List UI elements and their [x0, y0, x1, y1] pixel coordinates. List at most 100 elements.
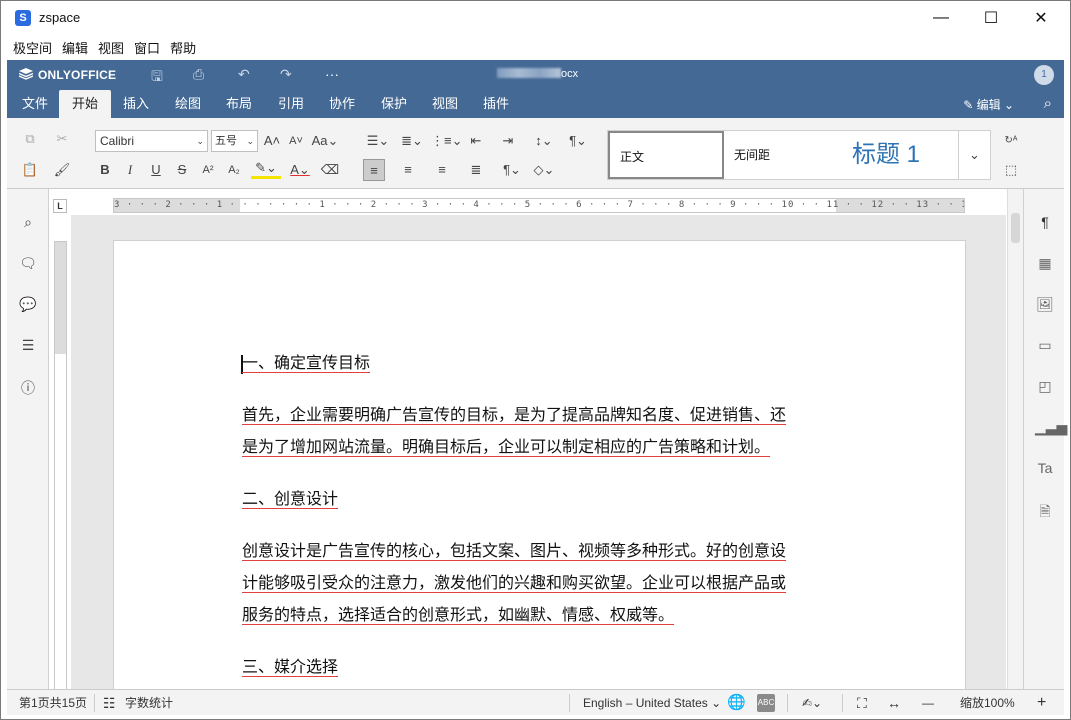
- increase-indent-icon[interactable]: ⇥: [497, 130, 519, 152]
- globe-icon[interactable]: 🌐: [727, 690, 746, 716]
- table-settings-icon[interactable]: ▦: [1035, 255, 1055, 275]
- minimize-button[interactable]: —: [918, 1, 964, 34]
- select-all-icon[interactable]: ⬚: [1000, 159, 1022, 181]
- search-icon[interactable]: ⌕: [18, 214, 38, 234]
- status-bar: 第1页共15页 ☷ 字数统计 English – United States ⌄…: [7, 689, 1064, 715]
- comments-icon[interactable]: 🗨: [18, 255, 38, 275]
- decrease-font-icon[interactable]: A˅: [285, 130, 307, 152]
- align-left-icon[interactable]: ≡: [363, 159, 385, 181]
- shading-icon[interactable]: ◇⌄: [529, 159, 559, 181]
- tab-home[interactable]: 开始: [59, 90, 112, 118]
- highlight-color-icon[interactable]: ✎⌄: [251, 159, 281, 179]
- align-center-icon[interactable]: ≡: [397, 159, 419, 181]
- divider: [569, 694, 570, 712]
- menu-help[interactable]: 帮助: [170, 38, 196, 57]
- underline-button[interactable]: U: [145, 159, 167, 181]
- tab-layout[interactable]: 布局: [213, 90, 265, 118]
- scrollbar-thumb[interactable]: [1011, 213, 1020, 243]
- horizontal-ruler[interactable]: 3 · · · 2 · · · 1 · · · · · · · 1 · · · …: [113, 198, 965, 213]
- document-page[interactable]: 一、确定宣传目标 首先，企业需要明确广告宣传的目标，是为了提高品牌知名度、促进销…: [113, 240, 966, 700]
- chat-icon[interactable]: 💬: [18, 296, 38, 316]
- fit-width-icon[interactable]: ↔: [887, 690, 901, 716]
- align-right-icon[interactable]: ≡: [431, 159, 453, 181]
- bullet-list-icon[interactable]: ☰⌄: [363, 130, 393, 152]
- right-panel: ¶ ▦ 🖼 ▭ ◰ ▁▃▅ Ta 🗎: [1023, 189, 1067, 689]
- paragraph-spacing-icon[interactable]: ¶⌄: [563, 130, 593, 152]
- word-count-icon[interactable]: ☷: [103, 690, 116, 716]
- zoom-level[interactable]: 缩放100%: [960, 690, 1015, 716]
- word-count-label[interactable]: 字数统计: [125, 690, 173, 716]
- signature-settings-icon[interactable]: 🗎: [1035, 501, 1055, 521]
- line-spacing-icon[interactable]: ↕⌄: [529, 130, 559, 152]
- menu-edit[interactable]: 编辑: [62, 38, 88, 57]
- search-icon[interactable]: ⌕: [1044, 95, 1052, 112]
- font-color-icon[interactable]: A⌄: [285, 159, 315, 181]
- shape-settings-icon[interactable]: ◰: [1035, 378, 1055, 398]
- menu-bar: 极空间 编辑 视图 窗口 帮助: [1, 34, 1070, 60]
- tab-draw[interactable]: 绘图: [162, 90, 214, 118]
- numbered-list-icon[interactable]: ≣⌄: [397, 130, 427, 152]
- font-name-value: Calibri: [100, 134, 135, 148]
- increase-font-icon[interactable]: A˄: [261, 130, 283, 152]
- page-counter[interactable]: 第1页共15页: [19, 690, 87, 716]
- copy-icon[interactable]: ⧉: [19, 128, 41, 150]
- edit-mode-dropdown[interactable]: ✎ 编辑 ⌄: [963, 96, 1014, 113]
- editor-header: ONLYOFFICE 🖫 ⎙ ↶ ↷ ··· ocx 1: [7, 60, 1064, 90]
- language-selector[interactable]: English – United States ⌄: [583, 690, 721, 716]
- clear-style-icon[interactable]: ⌫: [319, 159, 341, 181]
- subscript-button[interactable]: A₂: [223, 159, 245, 181]
- spell-check-icon[interactable]: ABC: [757, 694, 775, 712]
- close-button[interactable]: ✕: [1018, 1, 1064, 34]
- style-no-spacing[interactable]: 无间距: [724, 131, 842, 179]
- save-icon[interactable]: 🖫: [151, 66, 163, 90]
- menu-view[interactable]: 视图: [98, 38, 124, 57]
- more-icon[interactable]: ···: [325, 66, 339, 82]
- tab-plugins[interactable]: 插件: [470, 90, 522, 118]
- tab-view[interactable]: 视图: [419, 90, 471, 118]
- user-avatar[interactable]: 1: [1034, 65, 1054, 85]
- font-name-select[interactable]: Calibri ⌄: [95, 130, 208, 152]
- multilevel-list-icon[interactable]: ⋮≡⌄: [431, 130, 462, 152]
- print-icon[interactable]: ⎙: [193, 66, 204, 83]
- decrease-indent-icon[interactable]: ⇤: [465, 130, 487, 152]
- vertical-ruler[interactable]: [54, 241, 67, 690]
- nonprinting-chars-icon[interactable]: ¶⌄: [497, 159, 527, 181]
- menu-window[interactable]: 窗口: [134, 38, 160, 57]
- tab-stop-selector[interactable]: L: [53, 199, 67, 213]
- chevron-down-icon[interactable]: ⌄: [958, 131, 990, 179]
- tab-file[interactable]: 文件: [9, 90, 61, 118]
- italic-button[interactable]: I: [119, 159, 141, 181]
- format-painter-icon[interactable]: 🖌: [51, 159, 73, 181]
- track-changes-icon[interactable]: ✍⌄: [802, 690, 822, 716]
- chart-settings-icon[interactable]: ▁▃▅: [1035, 419, 1067, 439]
- strikethrough-button[interactable]: S: [171, 159, 193, 181]
- justify-icon[interactable]: ≣: [465, 159, 487, 181]
- bold-button[interactable]: B: [94, 159, 116, 181]
- change-case-icon[interactable]: Aa⌄: [310, 130, 340, 152]
- text-case-icon[interactable]: ↻ᴬ: [1000, 130, 1022, 152]
- redo-icon[interactable]: ↷: [280, 66, 292, 83]
- header-footer-icon[interactable]: ▭: [1035, 337, 1055, 357]
- undo-icon[interactable]: ↶: [238, 66, 250, 83]
- style-heading-1[interactable]: 标题 1: [842, 131, 960, 179]
- tab-collaboration[interactable]: 协作: [316, 90, 368, 118]
- paste-icon[interactable]: 📋: [19, 159, 41, 181]
- text-art-icon[interactable]: Ta: [1035, 460, 1055, 480]
- fit-page-icon[interactable]: ⛶: [857, 690, 867, 716]
- image-settings-icon[interactable]: 🖼: [1035, 296, 1055, 316]
- vertical-scrollbar[interactable]: [1007, 189, 1023, 689]
- cut-icon[interactable]: ✂: [51, 128, 73, 150]
- zoom-in-button[interactable]: +: [1037, 690, 1046, 716]
- maximize-button[interactable]: ☐: [968, 1, 1014, 34]
- paragraph-settings-icon[interactable]: ¶: [1035, 214, 1055, 234]
- navigation-icon[interactable]: ☰: [18, 337, 38, 357]
- tab-references[interactable]: 引用: [265, 90, 317, 118]
- style-normal[interactable]: 正文: [608, 131, 724, 179]
- superscript-button[interactable]: A²: [197, 159, 219, 181]
- zoom-out-button[interactable]: —: [922, 690, 934, 716]
- info-icon[interactable]: ⓘ: [18, 378, 38, 398]
- menu-zspace[interactable]: 极空间: [13, 38, 52, 57]
- tab-insert[interactable]: 插入: [110, 90, 162, 118]
- tab-protection[interactable]: 保护: [368, 90, 420, 118]
- font-size-select[interactable]: 五号 ⌄: [211, 130, 258, 152]
